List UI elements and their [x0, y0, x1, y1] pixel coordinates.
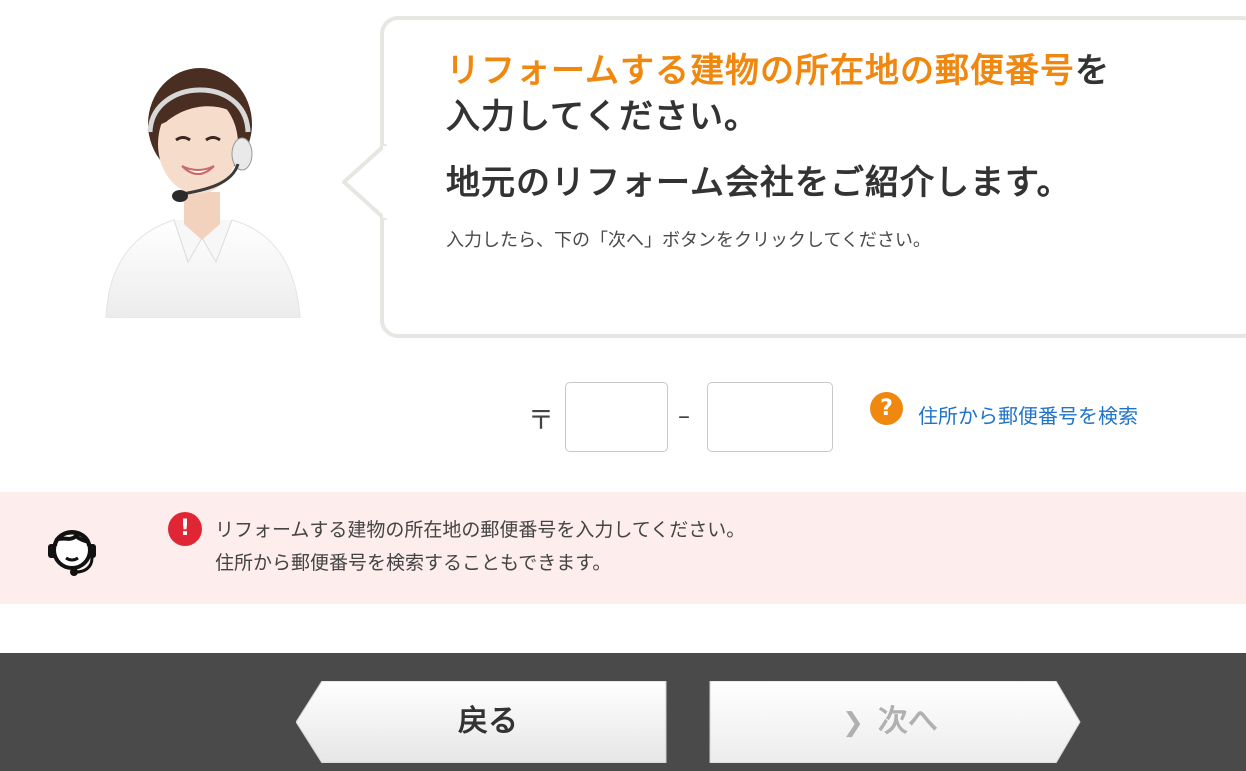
exclamation-icon: !: [168, 512, 202, 546]
speech-bubble-tail: [342, 144, 388, 220]
error-banner: ! リフォームする建物の所在地の郵便番号を入力してください。 住所から郵便番号を…: [0, 492, 1246, 604]
subheading: 地元のリフォーム会社をご紹介します。: [446, 163, 1072, 203]
page-heading: リフォームする建物の所在地の郵便番号を 入力してください。: [446, 48, 1206, 140]
operator-illustration: [105, 68, 301, 318]
search-zip-by-address-link[interactable]: 住所から郵便番号を検索: [918, 400, 1138, 429]
zip-first-field[interactable]: [565, 382, 668, 452]
headset-operator-icon: [48, 530, 96, 576]
error-message-line1: リフォームする建物の所在地の郵便番号を入力してください。: [215, 519, 746, 541]
footer-nav: 戻る ❯ 次へ: [0, 653, 1246, 771]
heading-text-suffix: を: [1074, 51, 1110, 91]
zip-separator: –: [678, 402, 690, 430]
error-message: リフォームする建物の所在地の郵便番号を入力してください。 住所から郵便番号を検索…: [215, 514, 745, 580]
error-message-line2: 住所から郵便番号を検索することもできます。: [215, 552, 612, 574]
postal-code-form: 〒 – ? 住所から郵便番号を検索: [528, 382, 1208, 454]
back-button[interactable]: 戻る: [296, 681, 668, 763]
heading-text-line2: 入力してください。: [446, 97, 759, 137]
bubble-content: リフォームする建物の所在地の郵便番号を 入力してください。 地元のリフォーム会社…: [446, 48, 1206, 254]
instruction-text: 入力したら、下の「次へ」ボタンをクリックしてください。: [446, 230, 931, 251]
question-icon[interactable]: ?: [870, 392, 903, 425]
zip-second-field[interactable]: [707, 382, 833, 452]
postal-mark: 〒: [528, 406, 555, 436]
next-button-label: 次へ: [877, 704, 938, 739]
back-button-label: 戻る: [458, 704, 518, 739]
chevron-right-icon: ❯: [842, 708, 864, 738]
zip-code-entry-page: リフォームする建物の所在地の郵便番号を 入力してください。 地元のリフォーム会社…: [0, 0, 1246, 771]
heading-accent-text: リフォームする建物の所在地の郵便番号: [446, 51, 1075, 91]
next-button-content: ❯ 次へ: [708, 681, 1082, 763]
next-button[interactable]: ❯ 次へ: [708, 681, 1082, 763]
